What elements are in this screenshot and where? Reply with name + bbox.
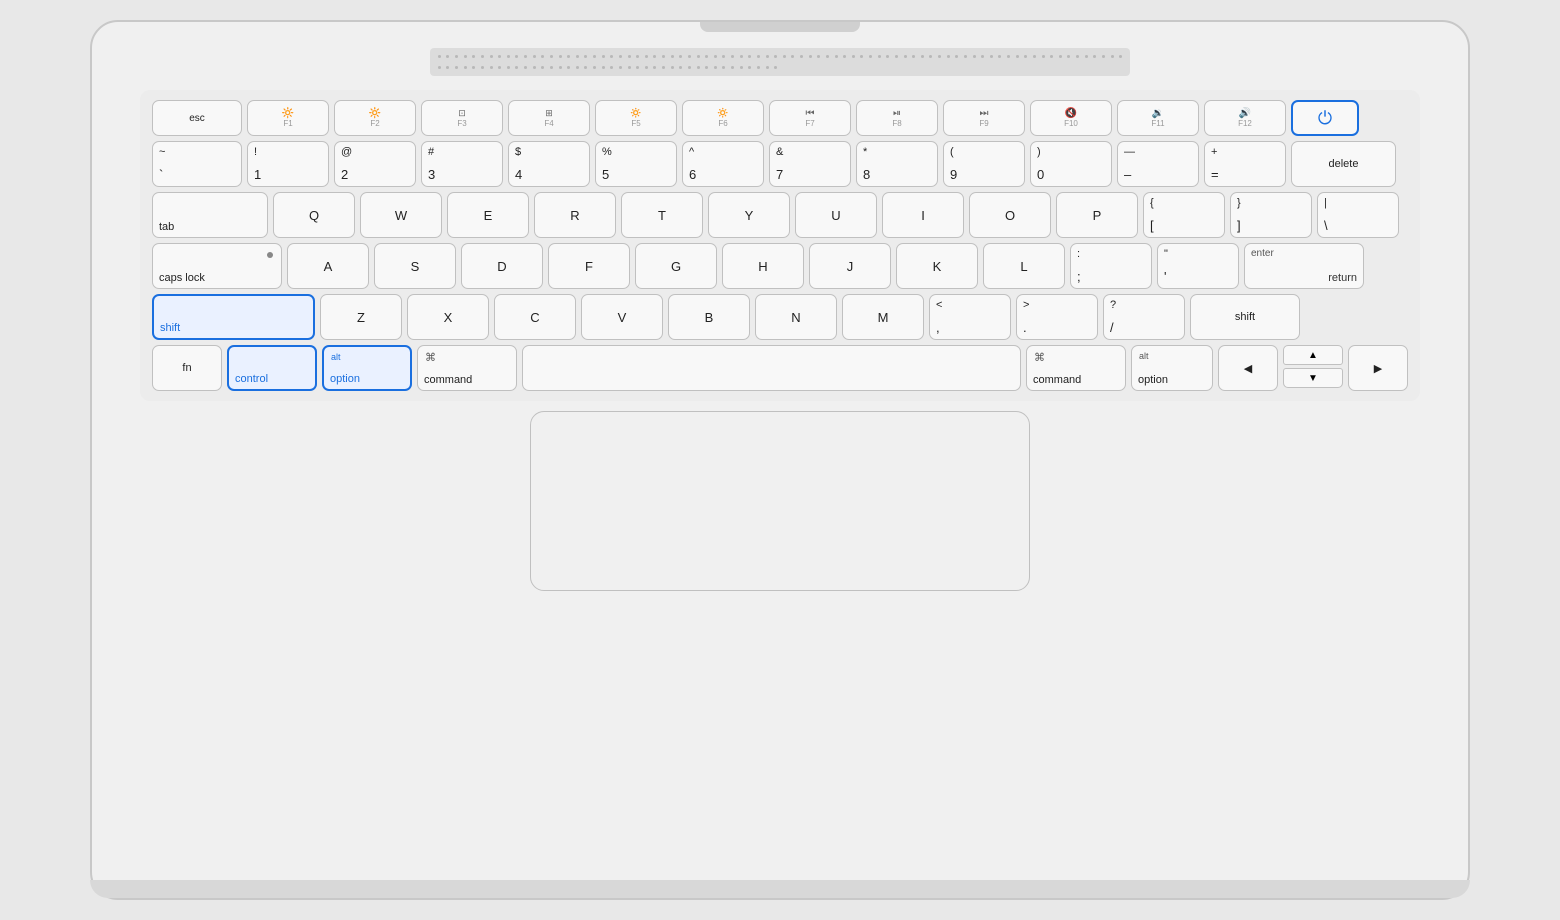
key-7[interactable]: &7 [769,141,851,187]
fn-row: esc 🔆 F1 🔆 F2 ⊡ F3 [152,100,1408,136]
key-f12[interactable]: 🔊 F12 [1204,100,1286,136]
key-o[interactable]: O [969,192,1051,238]
key-f1[interactable]: 🔆 F1 [247,100,329,136]
key-c[interactable]: C [494,294,576,340]
qwerty-row: tab Q W E R T Y U I O P {[ }] |\ [152,192,1408,238]
key-f8[interactable]: ⏯ F8 [856,100,938,136]
key-2[interactable]: @2 [334,141,416,187]
key-slash[interactable]: ?/ [1103,294,1185,340]
key-arrow-right[interactable]: ▶ [1348,345,1408,391]
key-capslock[interactable]: caps lock [152,243,282,289]
key-q[interactable]: Q [273,192,355,238]
key-f10[interactable]: 🔇 F10 [1030,100,1112,136]
key-d[interactable]: D [461,243,543,289]
key-r[interactable]: R [534,192,616,238]
key-f6[interactable]: 🔅 F6 [682,100,764,136]
key-p[interactable]: P [1056,192,1138,238]
key-n[interactable]: N [755,294,837,340]
key-3[interactable]: #3 [421,141,503,187]
key-command-left[interactable]: ⌘ command [417,345,517,391]
key-minus[interactable]: —– [1117,141,1199,187]
key-f7[interactable]: ⏮ F7 [769,100,851,136]
key-arrow-left[interactable]: ◀ [1218,345,1278,391]
key-f5[interactable]: 🔅 F5 [595,100,677,136]
key-z[interactable]: Z [320,294,402,340]
capslock-indicator [267,252,273,258]
key-option-right[interactable]: alt option [1131,345,1213,391]
key-backtick[interactable]: ~ ` [152,141,242,187]
key-m[interactable]: M [842,294,924,340]
key-shift-right[interactable]: shift [1190,294,1300,340]
speaker-grille: // Will be populated by JS [430,48,1130,76]
key-control[interactable]: control [227,345,317,391]
arrow-up-down-group: ▲ ▼ [1283,345,1343,391]
key-u[interactable]: U [795,192,877,238]
key-6[interactable]: ^6 [682,141,764,187]
key-g[interactable]: G [635,243,717,289]
key-command-right[interactable]: ⌘ command [1026,345,1126,391]
key-shift-left[interactable]: shift [152,294,315,340]
key-s[interactable]: S [374,243,456,289]
key-j[interactable]: J [809,243,891,289]
key-f9[interactable]: ⏭ F9 [943,100,1025,136]
modifier-row: fn control alt option ⌘ command ⌘ comman… [152,345,1408,391]
key-space[interactable] [522,345,1021,391]
key-esc[interactable]: esc [152,100,242,136]
key-period[interactable]: >. [1016,294,1098,340]
key-x[interactable]: X [407,294,489,340]
key-f2[interactable]: 🔆 F2 [334,100,416,136]
key-5[interactable]: %5 [595,141,677,187]
key-e[interactable]: E [447,192,529,238]
key-w[interactable]: W [360,192,442,238]
key-power[interactable]: ⏻ [1291,100,1359,136]
key-b[interactable]: B [668,294,750,340]
key-esc-label: esc [189,113,205,124]
trackpad-area [530,411,1030,591]
key-0[interactable]: )0 [1030,141,1112,187]
key-arrow-down[interactable]: ▼ [1283,368,1343,388]
key-quote[interactable]: "' [1157,243,1239,289]
key-k[interactable]: K [896,243,978,289]
key-8[interactable]: *8 [856,141,938,187]
key-equals[interactable]: += [1204,141,1286,187]
key-rbracket[interactable]: }] [1230,192,1312,238]
key-f11[interactable]: 🔉 F11 [1117,100,1199,136]
key-backslash[interactable]: |\ [1317,192,1399,238]
key-i[interactable]: I [882,192,964,238]
key-tab[interactable]: tab [152,192,268,238]
asdf-row: caps lock A S D F G H J K L :; "' enter … [152,243,1408,289]
key-fn[interactable]: fn [152,345,222,391]
key-semicolon[interactable]: :; [1070,243,1152,289]
power-icon: ⏻ [1318,108,1332,129]
key-comma[interactable]: <, [929,294,1011,340]
laptop-bottom-bar [90,880,1470,898]
key-delete[interactable]: delete [1291,141,1396,187]
zxcv-row: shift Z X C V B N M <, >. ?/ shift [152,294,1408,340]
key-l[interactable]: L [983,243,1065,289]
key-arrow-up[interactable]: ▲ [1283,345,1343,365]
keyboard: esc 🔆 F1 🔆 F2 ⊡ F3 [140,90,1420,401]
key-t[interactable]: T [621,192,703,238]
key-v[interactable]: V [581,294,663,340]
key-h[interactable]: H [722,243,804,289]
key-a[interactable]: A [287,243,369,289]
key-4[interactable]: $4 [508,141,590,187]
key-enter[interactable]: enter return [1244,243,1364,289]
key-lbracket[interactable]: {[ [1143,192,1225,238]
num-row: ~ ` !1 @2 #3 $4 %5 ^6 &7 [152,141,1408,187]
key-option-left[interactable]: alt option [322,345,412,391]
hinge-notch [700,22,860,32]
key-f4[interactable]: ⊞ F4 [508,100,590,136]
trackpad[interactable] [530,411,1030,591]
key-9[interactable]: (9 [943,141,1025,187]
key-y[interactable]: Y [708,192,790,238]
key-1[interactable]: !1 [247,141,329,187]
key-f[interactable]: F [548,243,630,289]
laptop-body: // Will be populated by JS esc 🔆 F1 🔆 F2 [90,20,1470,900]
key-f3[interactable]: ⊡ F3 [421,100,503,136]
